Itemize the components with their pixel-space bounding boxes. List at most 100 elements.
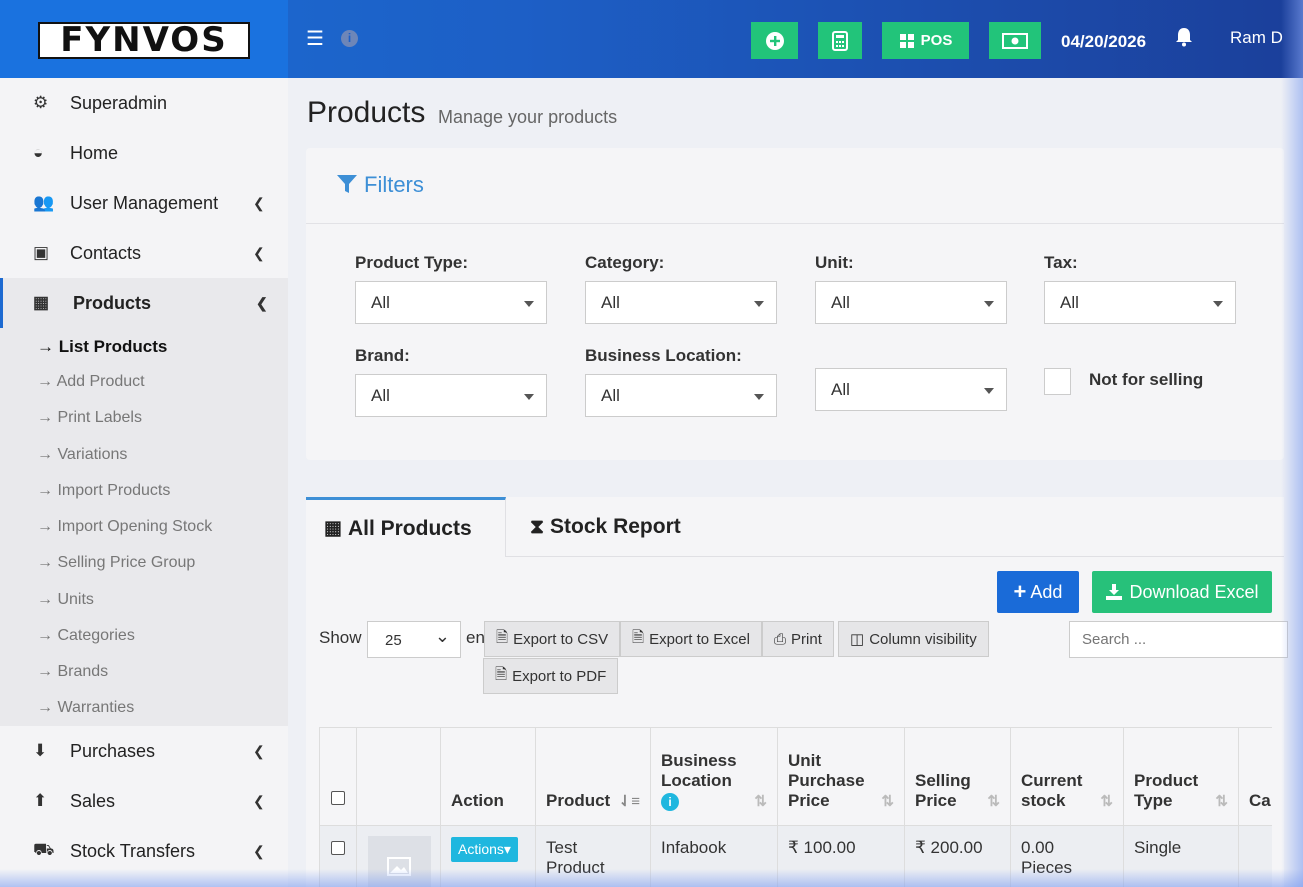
stock-value: 0.00 Pieces — [1021, 838, 1073, 877]
selling-price-header[interactable]: Selling Price ⇅ — [905, 728, 1011, 825]
chevron-left-icon: ❮ — [253, 742, 265, 759]
extra-filter-select[interactable]: All — [815, 368, 1007, 411]
print-button[interactable]: ⎙ Print — [762, 621, 834, 657]
sort-icon: ⇅ — [1100, 793, 1113, 810]
users-icon: 👥 — [33, 193, 55, 212]
sidebar-item-home[interactable]: ◒ Home — [0, 128, 288, 178]
brand-logo[interactable]: FYNVOS — [38, 22, 250, 59]
file-excel-icon: 🗎 — [632, 628, 645, 646]
plus-circle-icon — [765, 31, 784, 50]
brand-label: Brand: — [355, 346, 410, 365]
tab-label: Stock Report — [550, 515, 681, 538]
edge-shade — [1281, 0, 1303, 887]
show-label: Show — [319, 628, 362, 647]
header-label: Action — [451, 791, 504, 810]
submenu-warranties[interactable]: → Warranties — [37, 699, 134, 717]
user-menu[interactable]: Ram D — [1230, 28, 1283, 48]
calculator-icon — [832, 30, 848, 51]
sidebar-item-user-management[interactable]: 👥 User Management ❮ — [0, 178, 288, 228]
submenu-units[interactable]: → Units — [37, 591, 94, 609]
product-type-select[interactable]: All — [355, 281, 547, 324]
hamburger-icon[interactable]: ☰ — [306, 26, 324, 51]
pos-button[interactable]: POS — [882, 22, 969, 59]
category-header[interactable]: Ca — [1239, 728, 1272, 825]
action-header: Action — [441, 728, 536, 825]
unit-select[interactable]: All — [815, 281, 1007, 324]
sidebar-item-sales[interactable]: ⬆ Sales ❮ — [0, 776, 288, 826]
submenu-add-product[interactable]: → Add Product — [37, 373, 145, 391]
sidebar-item-label: Superadmin — [70, 92, 168, 113]
action-cell: Actions▾ — [441, 826, 536, 887]
download-icon — [1106, 584, 1123, 600]
sidebar-item-stock-transfers[interactable]: ⛟ Stock Transfers ❮ — [0, 826, 288, 876]
location-cell: Infabook — [651, 826, 778, 887]
page-length-select[interactable]: 25 — [367, 621, 461, 658]
not-for-selling-checkbox[interactable] — [1044, 368, 1071, 395]
product-name: Test Product — [546, 838, 605, 877]
sidebar-item-label: Products — [73, 292, 152, 313]
submenu-brands[interactable]: → Brands — [37, 663, 108, 681]
row-checkbox[interactable] — [331, 841, 345, 855]
chevron-left-icon: ❮ — [253, 792, 265, 809]
submenu-variations[interactable]: → Variations — [37, 446, 127, 464]
actions-dropdown-button[interactable]: Actions▾ — [451, 837, 518, 862]
dashboard-icon: ◒ — [33, 143, 44, 162]
download-excel-button[interactable]: Download Excel — [1092, 571, 1272, 613]
business-location-label: Business Location: — [585, 346, 742, 365]
cubes-icon: ▦ — [33, 293, 50, 312]
business-location-header[interactable]: Business Location i ⇅ — [651, 728, 778, 825]
print-label: Print — [791, 630, 822, 648]
unit-purchase-price-header[interactable]: Unit Purchase Price ⇅ — [778, 728, 905, 825]
product-header[interactable]: Product ⇃≡ — [536, 728, 651, 825]
sort-icon: ⇃≡ — [618, 793, 640, 810]
brand-select[interactable]: All — [355, 374, 547, 417]
tax-label: Tax: — [1044, 253, 1078, 272]
column-visibility-button[interactable]: ◫ Column visibility — [838, 621, 989, 657]
product-type-header[interactable]: Product Type ⇅ — [1124, 728, 1239, 825]
sidebar-item-label: User Management — [70, 192, 219, 213]
export-pdf-label: Export to PDF — [512, 667, 607, 685]
submenu-categories[interactable]: → Categories — [37, 627, 135, 645]
submenu-print-labels[interactable]: → Print Labels — [37, 409, 142, 427]
export-pdf-button[interactable]: 🗎 Export to PDF — [483, 658, 619, 694]
column-visibility-label: Column visibility — [869, 630, 977, 648]
calculator-button[interactable] — [818, 22, 862, 59]
sidebar-item-label: Purchases — [70, 740, 156, 761]
current-stock-header[interactable]: Current stock ⇅ — [1011, 728, 1124, 825]
print-icon: ⎙ — [774, 630, 787, 648]
export-csv-label: Export to CSV — [513, 630, 609, 648]
export-excel-button[interactable]: 🗎 Export to Excel — [620, 621, 762, 657]
sidebar-item-contacts[interactable]: ▣ Contacts ❮ — [0, 228, 288, 278]
tab-all-products[interactable]: ▦ All Products — [306, 497, 506, 557]
info-icon[interactable]: i — [341, 30, 358, 47]
sidebar-item-products[interactable]: ▦ Products ❮ — [0, 278, 288, 328]
filters-header[interactable]: Filters — [306, 148, 1284, 224]
quick-add-button[interactable] — [751, 22, 798, 59]
sidebar-item-superadmin[interactable]: ⚙ Superadmin — [0, 78, 288, 128]
submenu-selling-price-group[interactable]: → Selling Price Group — [37, 554, 195, 572]
select-all-checkbox[interactable] — [331, 791, 345, 805]
cash-register-button[interactable] — [989, 22, 1041, 59]
sidebar-item-purchases[interactable]: ⬇ Purchases ❮ — [0, 726, 288, 776]
tab-stock-report[interactable]: ⧗ Stock Report — [530, 497, 681, 557]
tabs-bar: ▦ All Products ⧗ Stock Report — [306, 497, 1284, 557]
business-location-select[interactable]: All — [585, 374, 777, 417]
bell-icon[interactable] — [1175, 27, 1193, 52]
category-select[interactable]: All — [585, 281, 777, 324]
page-title: Products — [307, 96, 426, 129]
tax-select[interactable]: All — [1044, 281, 1236, 324]
submenu-import-products[interactable]: → Import Products — [37, 482, 170, 500]
header-label: Unit Purchase Price — [788, 751, 865, 810]
search-input[interactable] — [1069, 621, 1288, 658]
address-book-icon: ▣ — [33, 243, 50, 262]
category-label: Category: — [585, 253, 665, 272]
submenu-import-opening-stock[interactable]: → Import Opening Stock — [37, 518, 212, 536]
export-csv-button[interactable]: 🗎 Export to CSV — [484, 621, 621, 657]
submenu-list-products[interactable]: → List Products — [37, 337, 167, 357]
logo-area: FYNVOS — [0, 0, 288, 78]
columns-icon: ◫ — [850, 631, 865, 648]
add-product-button[interactable]: + Add — [997, 571, 1079, 613]
sort-icon: ⇅ — [987, 793, 1000, 810]
row-select-cell — [319, 826, 357, 887]
category-cell — [1239, 826, 1272, 887]
